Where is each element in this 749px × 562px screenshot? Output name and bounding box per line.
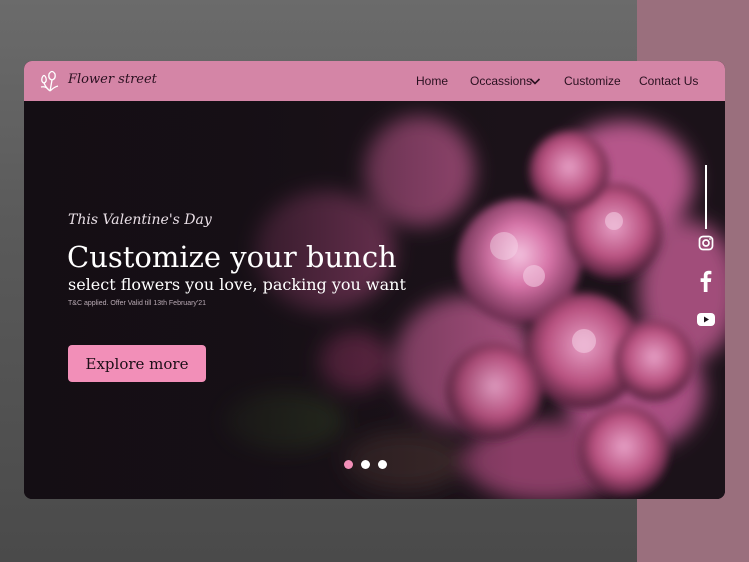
nav-occassions[interactable]: Occassions [470,74,532,88]
hero-eyebrow: This Valentine's Day [68,212,212,228]
nav-home[interactable]: Home [416,74,448,88]
carousel-dot-2[interactable] [361,460,370,469]
carousel-dot-3[interactable] [378,460,387,469]
chevron-down-icon[interactable] [529,76,541,86]
facebook-icon[interactable] [696,269,716,293]
instagram-icon[interactable] [696,233,716,253]
nav-contact-us[interactable]: Contact Us [639,74,698,88]
carousel-dot-1[interactable] [344,460,353,469]
hero-headline: Customize your bunch [67,240,397,274]
brand-name[interactable]: Flower street [68,72,157,87]
website-frame: Flower street Home Occassions Customize … [24,61,725,499]
tulip-logo-icon[interactable] [38,69,62,93]
social-divider-line [705,165,707,229]
explore-more-button[interactable]: Explore more [68,345,206,382]
youtube-icon[interactable] [696,309,716,329]
hero-terms: T&C applied. Offer Valid till 13th Febru… [68,300,207,307]
nav-customize[interactable]: Customize [564,74,621,88]
hero-subhead: select flowers you love, packing you wan… [68,275,406,294]
navbar: Flower street Home Occassions Customize … [24,61,725,101]
